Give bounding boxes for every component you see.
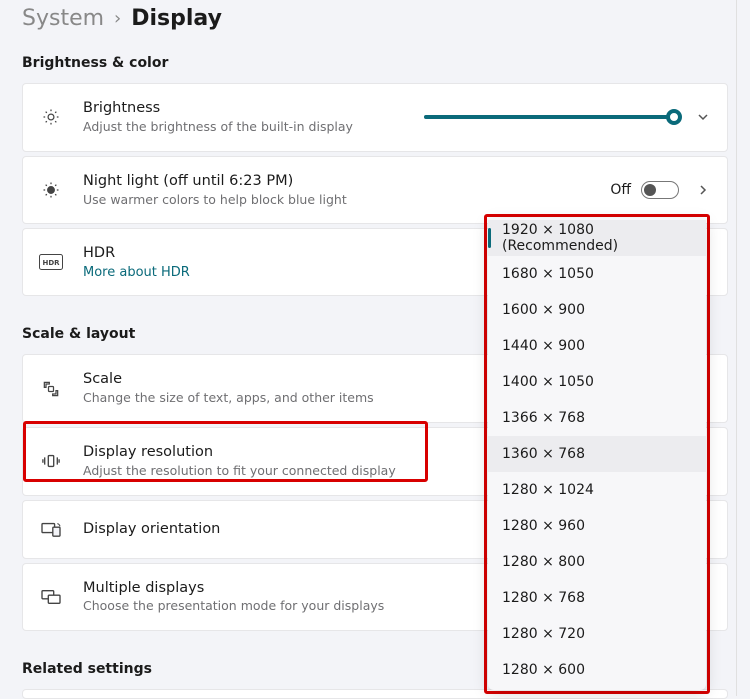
breadcrumb: System › Display <box>22 0 728 47</box>
resolution-option[interactable]: 1400 × 1050 <box>488 364 706 400</box>
night-light-status: Off <box>610 182 631 198</box>
night-light-subtitle: Use warmer colors to help block blue lig… <box>83 192 592 209</box>
svg-text:HDR: HDR <box>42 259 60 267</box>
night-light-title: Night light (off until 6:23 PM) <box>83 172 592 191</box>
brightness-row[interactable]: Brightness Adjust the brightness of the … <box>22 83 728 152</box>
scale-icon <box>37 379 65 399</box>
resolution-option[interactable]: 1440 × 900 <box>488 328 706 364</box>
resolution-option[interactable]: 1280 × 600 <box>488 652 706 688</box>
night-light-icon <box>37 180 65 200</box>
resolution-option[interactable]: 1360 × 768 <box>488 436 706 472</box>
brightness-subtitle: Adjust the brightness of the built-in di… <box>83 119 406 136</box>
chevron-right-icon: › <box>114 8 121 29</box>
chevron-down-icon[interactable] <box>697 111 709 123</box>
multiple-displays-icon <box>37 588 65 606</box>
resolution-option[interactable]: 1280 × 960 <box>488 508 706 544</box>
sun-icon <box>37 107 65 127</box>
resolution-option[interactable]: 1280 × 800 <box>488 544 706 580</box>
resolution-option[interactable]: 1280 × 1024 <box>488 472 706 508</box>
night-light-row[interactable]: Night light (off until 6:23 PM) Use warm… <box>22 156 728 225</box>
orientation-icon <box>37 520 65 538</box>
chevron-right-icon[interactable] <box>697 184 709 196</box>
scrollbar[interactable] <box>736 0 750 696</box>
resolution-option[interactable]: 1600 × 900 <box>488 292 706 328</box>
resolution-icon <box>37 452 65 470</box>
resolution-option[interactable]: 1280 × 720 <box>488 616 706 652</box>
section-brightness-color: Brightness & color <box>22 47 728 83</box>
resolution-option[interactable]: 1920 × 1080 (Recommended) <box>488 220 706 256</box>
night-light-toggle[interactable] <box>641 181 679 199</box>
brightness-slider[interactable] <box>424 107 679 127</box>
hdr-icon: HDR <box>37 254 65 270</box>
related-row-partial[interactable] <box>22 689 728 699</box>
resolution-option[interactable]: 1366 × 768 <box>488 400 706 436</box>
resolution-dropdown[interactable]: 1920 × 1080 (Recommended)1680 × 10501600… <box>488 218 706 690</box>
resolution-option[interactable]: 1280 × 768 <box>488 580 706 616</box>
resolution-option[interactable]: 1680 × 1050 <box>488 256 706 292</box>
brightness-title: Brightness <box>83 99 406 118</box>
page-title: Display <box>131 6 222 31</box>
breadcrumb-parent[interactable]: System <box>22 6 104 31</box>
